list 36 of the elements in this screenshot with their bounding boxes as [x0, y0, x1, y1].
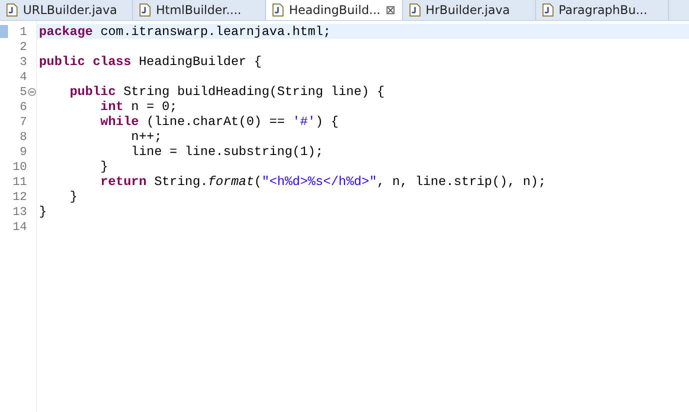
editor-tab[interactable]: HrBuilder.java: [402, 0, 536, 20]
code-line: return String.format("<h%d>%s</h%d>", n, line.strip(), n);: [99, 174, 546, 189]
code-line: n++;: [130, 129, 162, 144]
java-file-icon: [272, 3, 284, 17]
line-number: 13: [12, 204, 27, 218]
line-number: 12: [12, 190, 27, 204]
java-file-icon: [542, 3, 554, 17]
code-line: }: [39, 204, 47, 219]
java-file-icon: [139, 3, 151, 17]
code-line: public class HeadingBuilder {: [39, 54, 262, 69]
line-number: 5: [20, 84, 27, 98]
code-line: public String buildHeading(String line) {: [68, 84, 385, 99]
line-number: 11: [12, 174, 27, 188]
editor-tab[interactable]: URLBuilder.java: [0, 0, 133, 20]
line-number: 3: [20, 54, 27, 68]
code-line: int n = 0;: [99, 99, 178, 114]
code-line: while (line.charAt(0) == '#') {: [99, 114, 339, 129]
close-icon[interactable]: ⊠: [386, 3, 396, 17]
line-number: 1: [20, 24, 27, 38]
fold-icon[interactable]: [28, 88, 36, 96]
line-number: 6: [20, 100, 27, 114]
code-line: }: [99, 159, 108, 174]
code-line: }: [68, 189, 78, 204]
line-number: 8: [20, 130, 27, 144]
line-number: 4: [20, 70, 27, 84]
line-number: 7: [20, 114, 27, 128]
line-number: 9: [20, 144, 27, 158]
editor-tab[interactable]: HeadingBuild... ⊠: [266, 0, 403, 20]
code-line: line = line.substring(1);: [130, 144, 324, 159]
java-file-icon: [6, 3, 18, 17]
line-number: 10: [12, 160, 27, 174]
java-file-icon: [408, 3, 421, 17]
line-number: 2: [20, 40, 27, 54]
code-line: package com.itranswarp.learnjava.html;: [39, 24, 331, 39]
editor-tab[interactable]: ParagraphBu...: [536, 0, 669, 20]
line-number: 14: [12, 220, 27, 234]
